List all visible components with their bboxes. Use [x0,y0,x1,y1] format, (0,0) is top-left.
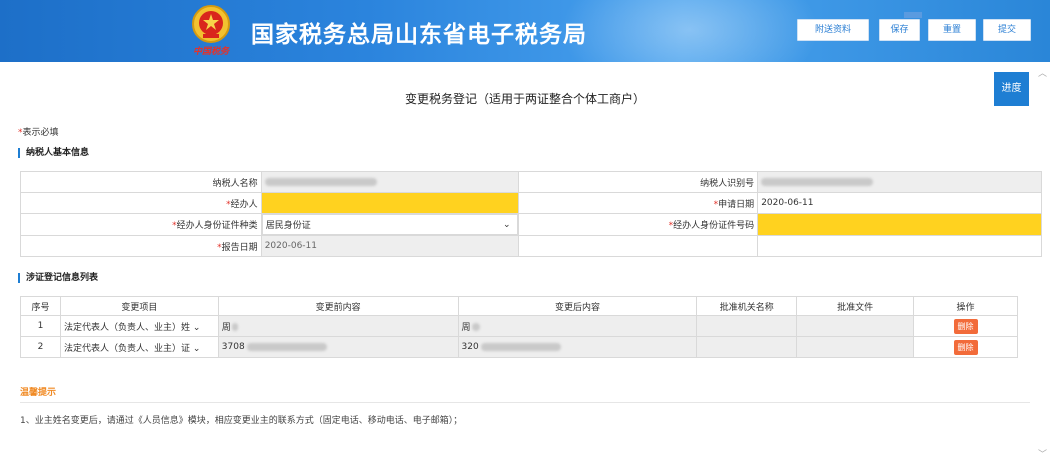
column-header: 操作 [913,296,1018,316]
change-item-select[interactable]: 法定代表人（负责人、业主）姓 ⌄ [59,315,219,337]
row-number: 2 [20,336,61,358]
tips-text: 1、业主姓名变更后，请通过《人员信息》模块，相应变更业主的联系方式（固定电话、移… [20,416,463,426]
agent-id-number-label: *经办人身份证件号码 [517,213,759,236]
delete-button[interactable]: 删除 [953,339,978,355]
approval-document-field [796,315,915,337]
save-button[interactable]: 保存 [879,19,920,41]
changes-section-title: 涉证登记信息列表 [18,273,98,283]
agent-label: *经办人 [20,192,262,214]
change-item-select[interactable]: 法定代表人（负责人、业主）证 ⌄ [59,336,219,358]
emblem-caption: 中国税务 [193,47,230,57]
scroll-down-icon[interactable]: ﹀ [1038,447,1048,460]
agent-id-type-select[interactable]: 居民身份证 ⌄ [261,214,518,235]
after-value: 320 [457,336,698,358]
column-header: 批准文件 [796,296,915,316]
taxpayer-id-label: 纳税人识别号 [517,171,759,193]
row-number: 1 [20,315,61,337]
tips-title: 温馨提示 [20,388,57,398]
site-title: 国家税务总局山东省电子税务局 [251,22,587,48]
column-header: 变更后内容 [457,296,698,316]
page-title: 变更税务登记（适用于两证整合个体工商户） [404,92,645,106]
approval-authority-field [696,315,798,337]
empty-cell [757,235,1042,257]
before-value: 3708 [217,336,459,358]
table-row: 2 法定代表人（负责人、业主）证 ⌄ 3708 320 删除 [20,336,1018,358]
chevron-down-icon: ⌄ [502,219,511,230]
agent-id-number-input[interactable] [757,213,1042,236]
apply-date-value: 2020-06-11 [757,192,1042,214]
changes-table: 序号 变更项目 变更前内容 变更后内容 批准机关名称 批准文件 操作 1 法定代… [20,296,1018,358]
chevron-down-icon: ⌄ [192,343,201,354]
submit-button[interactable]: 提交 [983,19,1031,41]
report-date-value: 2020-06-11 [260,235,519,257]
apply-date-label: *申请日期 [517,192,759,214]
agent-id-type-label: *经办人身份证件种类 [20,213,262,236]
taxpayer-name-field [260,171,519,193]
column-header: 变更项目 [59,296,219,316]
column-header: 变更前内容 [217,296,459,316]
delete-button[interactable]: 删除 [953,318,978,334]
site-header: 中国税务 国家税务总局山东省电子税务局 附送资料 保存 重置 提交 [0,0,1050,62]
action-cell: 删除 [913,315,1018,337]
column-header: 序号 [20,296,61,316]
changes-header-row: 序号 变更项目 变更前内容 变更后内容 批准机关名称 批准文件 操作 [20,296,1018,316]
scroll-up-icon[interactable]: ︿ [1038,66,1048,79]
empty-cell [517,235,758,257]
attach-docs-button[interactable]: 附送资料 [797,19,869,41]
taxpayer-name-label: 纳税人名称 [20,171,262,193]
action-cell: 删除 [913,336,1018,358]
before-value: 周 [217,315,459,337]
tax-emblem-icon [192,5,230,43]
header-tab-mark [904,12,922,18]
basic-info-table: 纳税人名称 纳税人识别号 *经办人 *申请日期 2020-06-11 *经办人身… [20,171,1042,257]
column-header: 批准机关名称 [696,296,798,316]
basic-info-section-title: 纳税人基本信息 [18,148,89,158]
approval-authority-field [696,336,798,358]
progress-button[interactable]: 进度 [994,72,1029,106]
chevron-down-icon: ⌄ [192,322,201,333]
agent-input[interactable] [260,192,519,214]
taxpayer-id-field [757,171,1042,193]
header-glow [560,0,820,62]
approval-document-field [796,336,915,358]
reset-button[interactable]: 重置 [928,19,976,41]
report-date-label: *报告日期 [20,235,262,257]
table-row: 1 法定代表人（负责人、业主）姓 ⌄ 周 周 删除 [20,315,1018,337]
required-note: *表示必填 [18,128,59,138]
after-value: 周 [457,315,698,337]
tips-divider [20,402,1030,403]
